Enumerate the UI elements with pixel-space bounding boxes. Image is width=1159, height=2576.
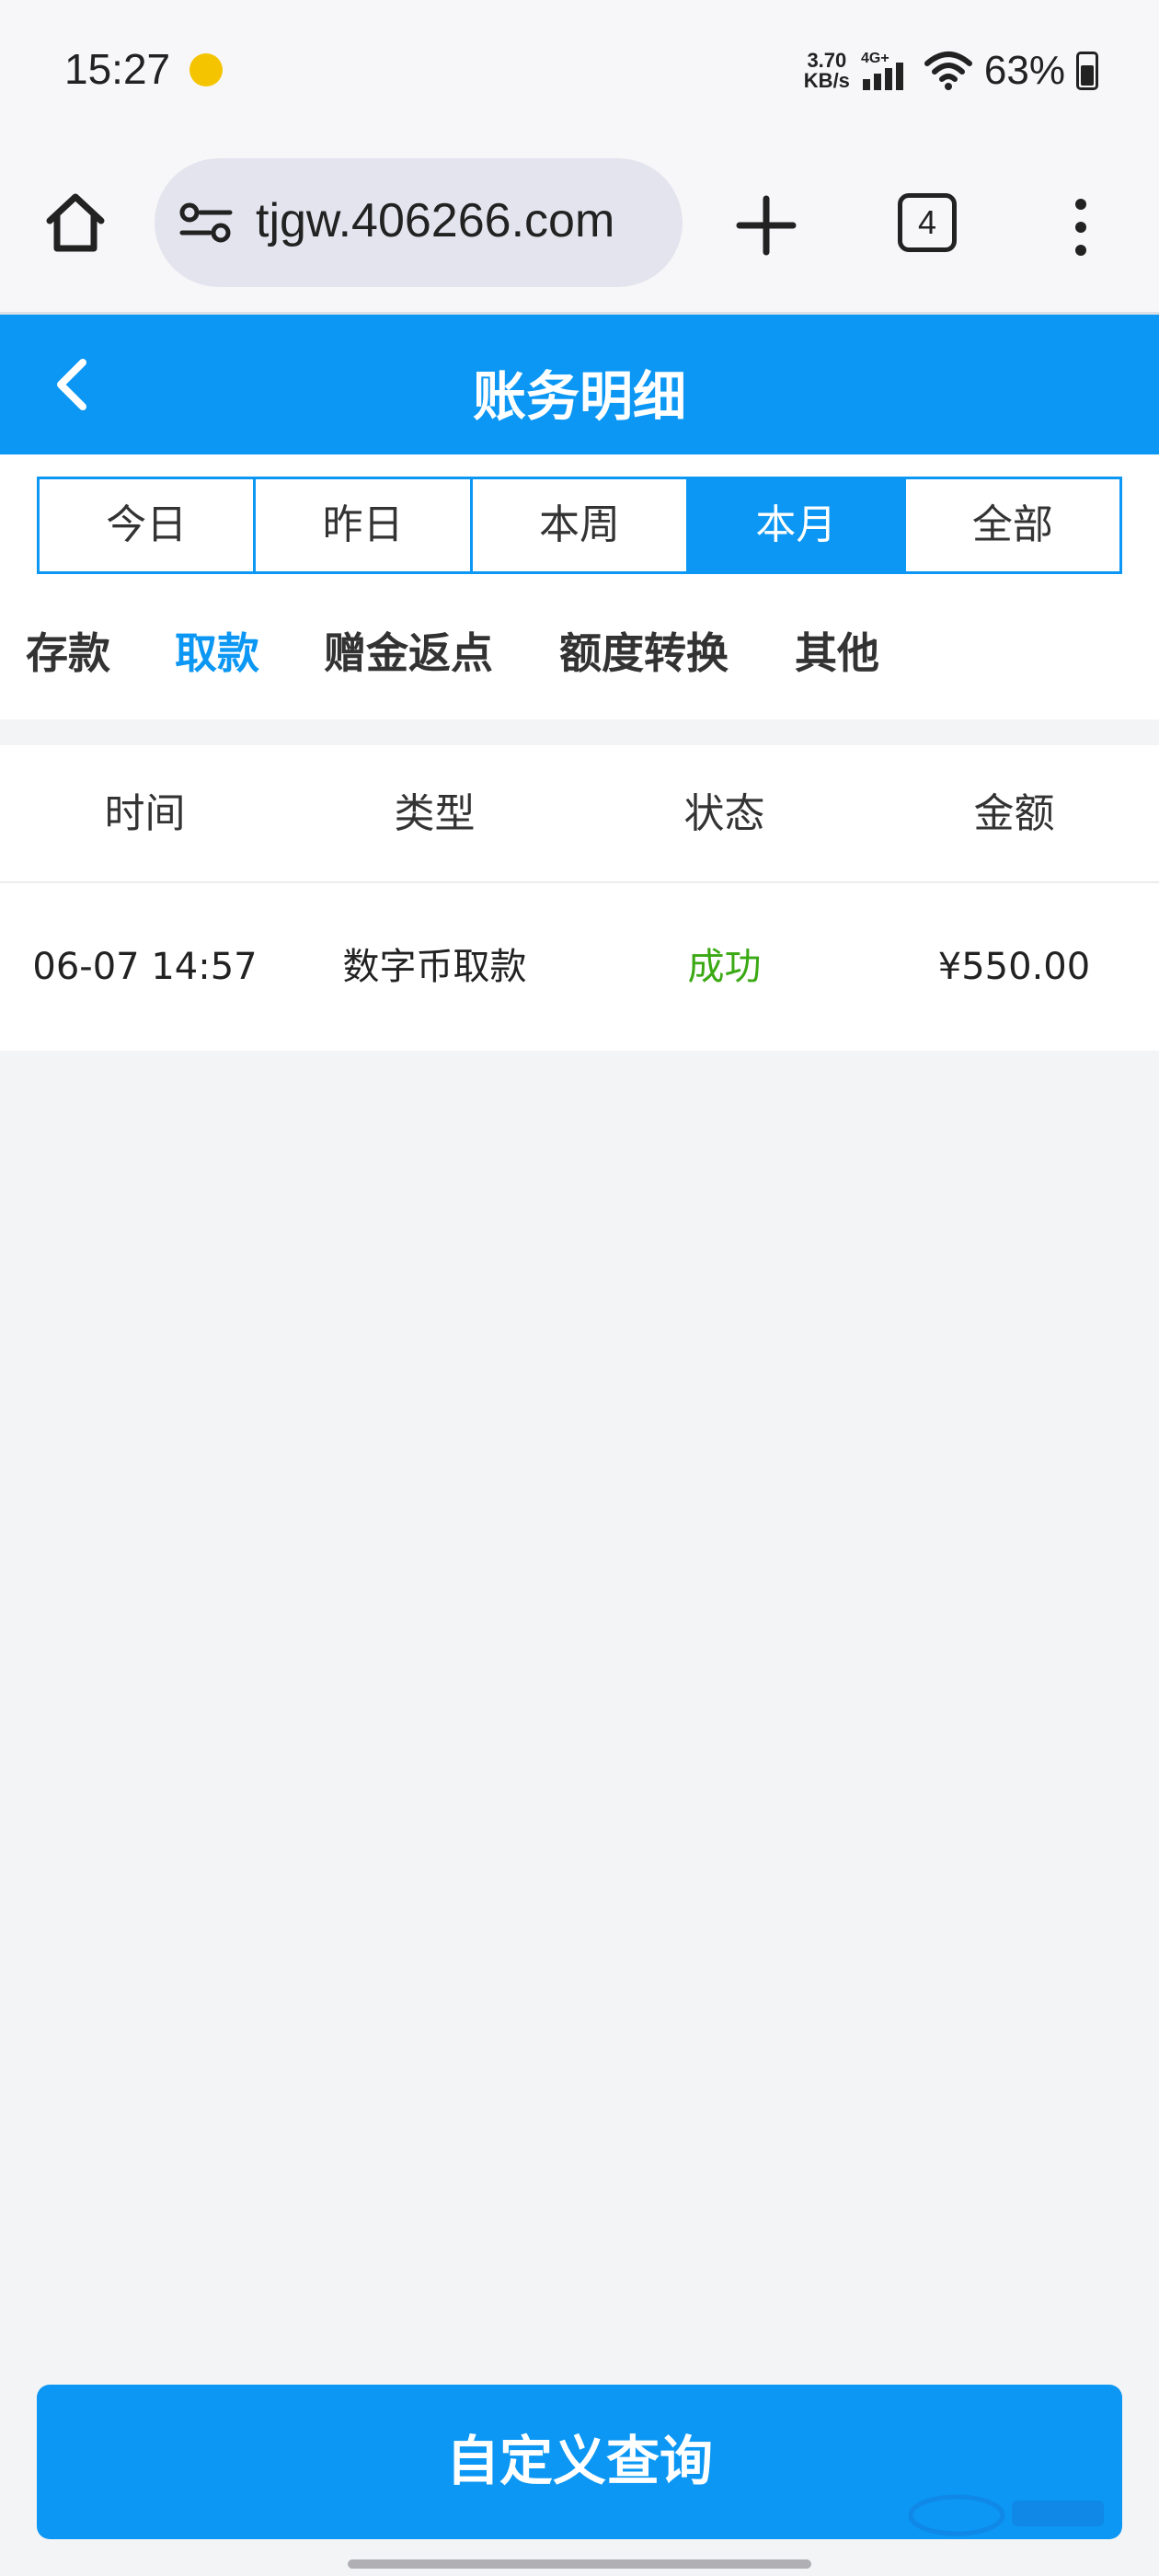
column-header-type: 类型 <box>394 790 476 837</box>
tab-this-week[interactable]: 本周 <box>472 479 690 571</box>
tab-bonus-rebate[interactable]: 赠金返点 <box>324 620 493 681</box>
status-bar: 15:27 3.70 KB/s 4G+ 63% <box>0 0 1159 147</box>
new-tab-icon[interactable] <box>734 193 798 258</box>
tab-switcher-button[interactable]: 4 <box>898 193 957 252</box>
category-tabs: 存款 取款 赠金返点 额度转换 其他 <box>0 592 1159 719</box>
tab-all[interactable]: 全部 <box>905 479 1120 571</box>
records-table: 时间 类型 状态 金额 06-07 14:57 数字币取款 成功 ¥550.00 <box>0 745 1159 1051</box>
app-header: 账务明细 <box>0 315 1159 454</box>
cellular-signal-icon: 4G+ <box>861 51 903 90</box>
cell-status: 成功 <box>687 946 762 988</box>
cell-time: 06-07 14:57 <box>32 946 258 988</box>
watermark-logo <box>908 2494 1104 2536</box>
wifi-icon <box>924 52 972 90</box>
more-options-icon[interactable] <box>1067 195 1095 259</box>
status-indicators: 3.70 KB/s 4G+ 63% <box>804 48 1098 94</box>
column-header-status: 状态 <box>683 790 765 837</box>
tab-yesterday[interactable]: 昨日 <box>256 479 473 571</box>
network-speed-value: 3.70 <box>807 49 847 72</box>
tab-balance-transfer[interactable]: 额度转换 <box>559 620 729 681</box>
column-header-amount: 金额 <box>973 790 1055 837</box>
notification-app-icon <box>189 53 223 86</box>
battery-icon <box>1076 52 1098 90</box>
tab-this-month[interactable]: 本月 <box>689 479 906 571</box>
tab-today[interactable]: 今日 <box>40 479 257 571</box>
network-type-label: 4G+ <box>861 51 889 66</box>
site-settings-icon[interactable] <box>178 201 234 245</box>
browser-toolbar: tjgw.406266.com 4 <box>0 147 1159 315</box>
tab-other[interactable]: 其他 <box>795 620 879 681</box>
network-speed: 3.70 KB/s <box>804 51 850 91</box>
column-header-time: 时间 <box>104 790 186 837</box>
network-speed-unit: KB/s <box>803 69 850 92</box>
period-tabs: 今日 昨日 本周 本月 全部 <box>37 477 1122 574</box>
home-icon[interactable] <box>42 190 109 256</box>
address-bar[interactable]: tjgw.406266.com <box>155 158 683 287</box>
status-time: 15:27 <box>64 45 171 93</box>
battery-percent: 63% <box>983 48 1065 93</box>
page-title: 账务明细 <box>472 365 686 428</box>
table-header: 时间 类型 状态 金额 <box>0 745 1159 883</box>
cell-type: 数字币取款 <box>342 946 527 988</box>
url-text[interactable]: tjgw.406266.com <box>256 193 614 248</box>
cell-amount: ¥550.00 <box>937 946 1091 988</box>
period-filter: 今日 昨日 本周 本月 全部 <box>0 454 1159 592</box>
tab-deposit[interactable]: 存款 <box>26 620 110 681</box>
table-row[interactable]: 06-07 14:57 数字币取款 成功 ¥550.00 <box>0 883 1159 1051</box>
gesture-navigation-bar[interactable] <box>348 2559 811 2569</box>
tab-withdrawal[interactable]: 取款 <box>175 620 259 681</box>
